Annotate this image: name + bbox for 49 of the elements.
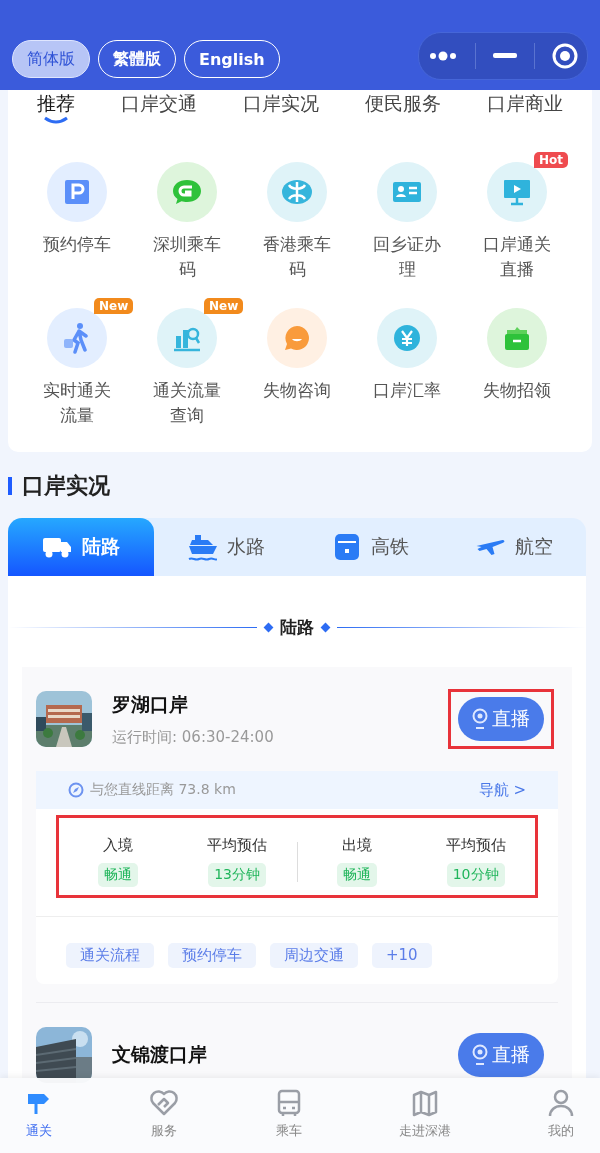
badge: Hot: [534, 152, 569, 168]
section-title: 口岸实况: [22, 472, 110, 500]
tag-link[interactable]: 周边交通: [270, 943, 358, 968]
category-tab[interactable]: 口岸交通: [121, 90, 197, 124]
tag-link[interactable]: 预约停车: [168, 943, 256, 968]
stat-label: 出境: [341, 836, 372, 855]
service-item[interactable]: 失物咨询: [242, 298, 352, 428]
nav-tab[interactable]: 通关: [24, 1078, 54, 1153]
port-name: 文锦渡口岸: [112, 1042, 208, 1067]
badge: New: [204, 298, 244, 314]
service-item[interactable]: 实时通关流量 New: [22, 298, 132, 428]
stat-label: 入境: [103, 836, 134, 855]
service-item[interactable]: 口岸通关直播 Hot: [462, 152, 572, 282]
status-chip: 畅通: [336, 863, 377, 887]
transport-tab[interactable]: 水路: [154, 518, 298, 576]
service-item[interactable]: 通关流量查询 New: [132, 298, 242, 428]
stat-label: 平均预估: [207, 836, 268, 855]
category-tab[interactable]: 口岸实况: [243, 90, 319, 124]
service-item[interactable]: 预约停车: [22, 152, 132, 282]
service-item[interactable]: 深圳乘车码: [132, 152, 242, 282]
status-chip: 畅通: [98, 863, 139, 887]
transport-tab[interactable]: 陆路: [8, 518, 154, 576]
opening-hours: 运行时间: 06:30-24:00: [112, 727, 275, 747]
navigation-link[interactable]: 导航 >: [478, 780, 526, 800]
category-tab[interactable]: 推荐: [37, 90, 75, 124]
status-chip: 13分钟: [208, 863, 267, 887]
service-item[interactable]: 回乡证办理: [352, 152, 462, 282]
category-tab[interactable]: 口岸商业: [487, 90, 563, 124]
nav-tab[interactable]: 我的: [546, 1078, 576, 1153]
nav-tab[interactable]: 服务: [149, 1078, 179, 1153]
language-button[interactable]: 简体版: [12, 40, 90, 78]
stat-label: 平均预估: [445, 836, 506, 855]
port-name: 罗湖口岸: [112, 691, 189, 717]
live-button[interactable]: 直播: [458, 697, 544, 741]
badge: New: [94, 298, 134, 314]
service-item[interactable]: 香港乘车码: [242, 152, 352, 282]
service-item[interactable]: 口岸汇率: [352, 298, 462, 428]
service-item[interactable]: 失物招领: [462, 298, 572, 428]
transport-tab[interactable]: 航空: [442, 518, 586, 576]
distance-text: 与您直线距离 73.8 km: [68, 781, 236, 799]
category-tab[interactable]: 便民服务: [365, 90, 441, 124]
transport-tab[interactable]: 高铁: [298, 518, 442, 576]
nav-tab[interactable]: 走进深港: [399, 1078, 451, 1153]
divider-label: 陆路: [280, 616, 314, 639]
tag-link[interactable]: +10: [372, 943, 432, 968]
tag-link[interactable]: 通关流程: [66, 943, 154, 968]
status-chip: 10分钟: [446, 863, 505, 887]
nav-tab[interactable]: 乘车: [274, 1078, 304, 1153]
live-button[interactable]: 直播: [458, 1033, 544, 1077]
